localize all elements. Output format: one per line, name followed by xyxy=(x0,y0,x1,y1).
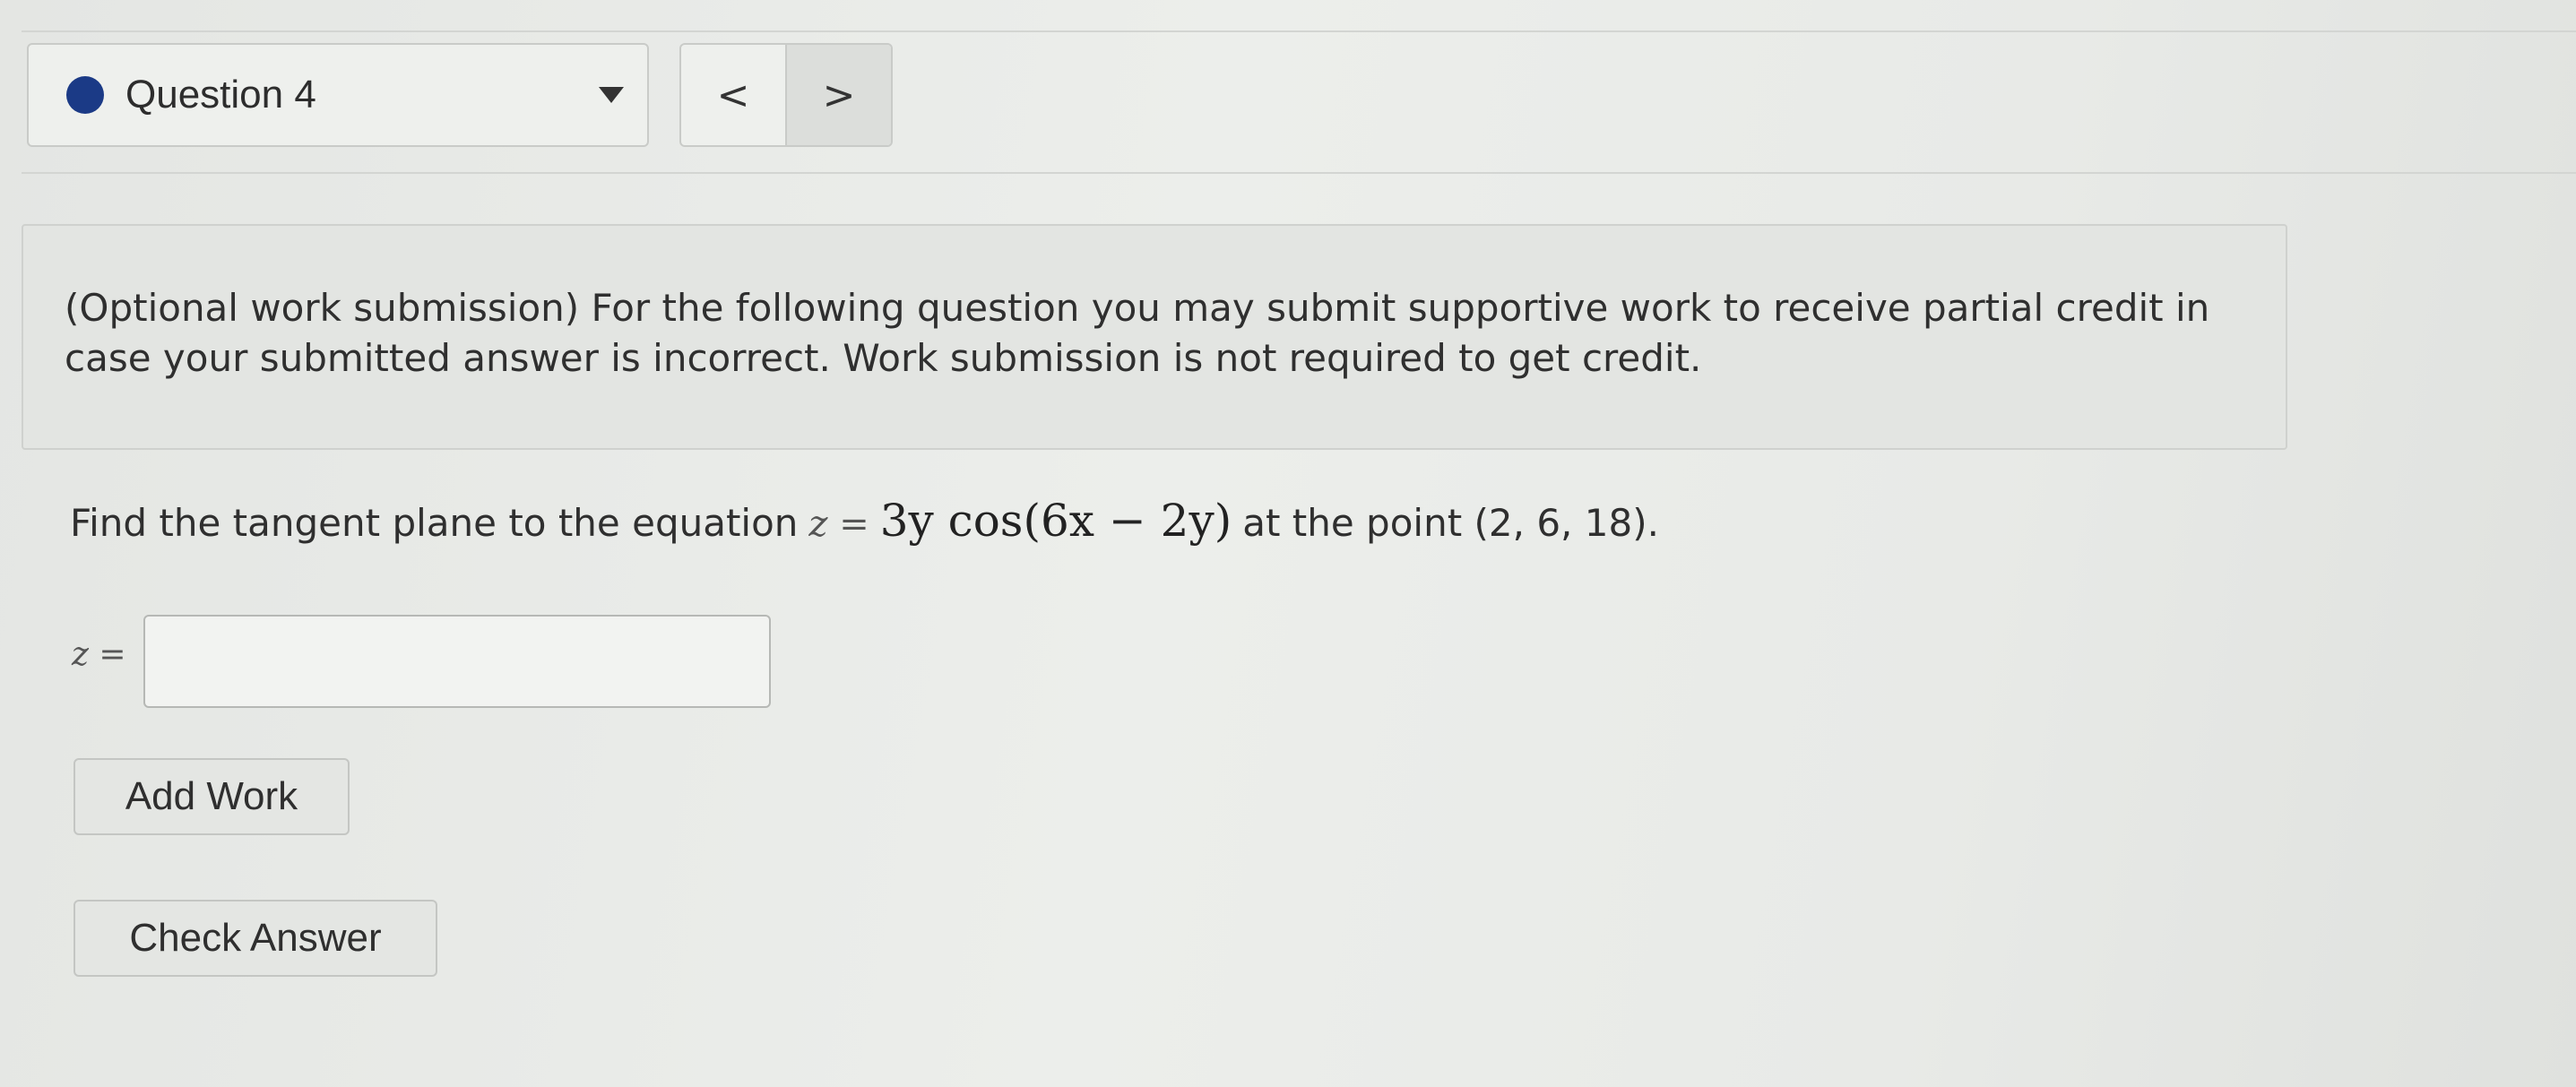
chevron-right-icon: > xyxy=(822,72,856,118)
top-divider xyxy=(22,30,2576,32)
optional-work-text: (Optional work submission) For the follo… xyxy=(65,286,2210,380)
answer-input[interactable] xyxy=(143,615,771,708)
add-work-button[interactable]: Add Work xyxy=(73,758,350,835)
question-nav-buttons: < > xyxy=(679,43,893,147)
chevron-left-icon: < xyxy=(716,72,750,118)
status-dot-icon xyxy=(66,76,104,114)
equation-lhs: z = xyxy=(808,504,869,545)
question-prefix: Find the tangent plane to the equation xyxy=(70,501,799,545)
next-question-button[interactable]: > xyxy=(785,45,891,145)
equation-rhs: 3y cos(6x − 2y) xyxy=(879,495,1232,547)
optional-work-notice: (Optional work submission) For the follo… xyxy=(22,224,2287,450)
question-selector-label: Question 4 xyxy=(125,73,316,116)
previous-question-button[interactable]: < xyxy=(681,45,785,145)
nav-divider xyxy=(22,172,2576,174)
question-suffix: at the point (2, 6, 18). xyxy=(1242,501,1659,545)
check-answer-button[interactable]: Check Answer xyxy=(73,900,437,977)
question-prompt: Find the tangent plane to the equation z… xyxy=(70,495,1659,547)
dropdown-arrow-icon[interactable] xyxy=(599,87,624,103)
answer-label: z = xyxy=(72,636,126,673)
question-selector[interactable]: Question 4 xyxy=(27,43,649,147)
